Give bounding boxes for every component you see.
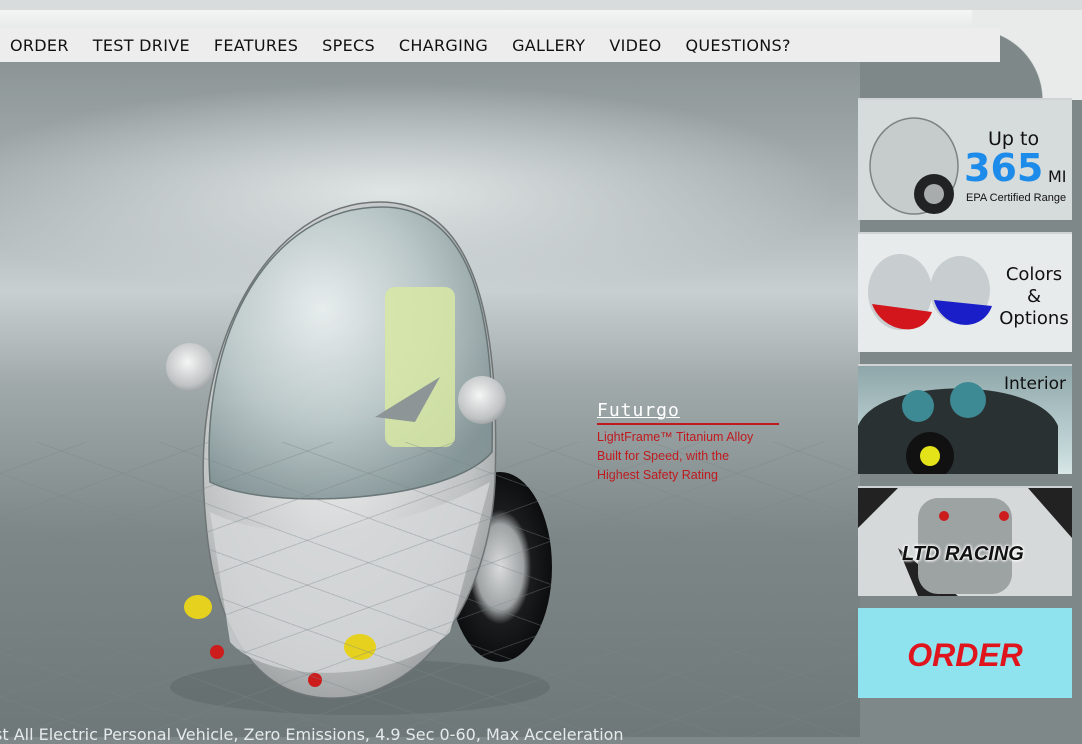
vehicle-showcase: Futurgo LightFrame™ Titanium Alloy Built… — [0, 62, 860, 737]
vehicle-image — [166, 201, 552, 715]
sidebar: Up to 365 MI EPA Certified Range Colors … — [858, 98, 1072, 710]
colors-tile[interactable]: Colors & Options — [858, 232, 1072, 352]
promo-line-3: Highest Safety Rating — [597, 468, 718, 482]
top-band — [0, 10, 1082, 28]
colors-line-3: Options — [999, 308, 1069, 329]
colors-line-2: & — [1026, 286, 1042, 307]
racing-label: LTD RACING — [902, 543, 1024, 565]
race-car-image — [858, 488, 1072, 596]
range-tile[interactable]: Up to 365 MI EPA Certified Range — [858, 98, 1072, 220]
nav-gallery[interactable]: GALLERY — [502, 36, 599, 55]
interior-tile[interactable]: Interior — [858, 364, 1072, 474]
colors-label: Colors & Options — [990, 264, 1072, 330]
nav-order[interactable]: ORDER — [0, 36, 83, 55]
promo-line-1: LightFrame™ Titanium Alloy — [597, 430, 754, 444]
top-strip — [0, 0, 1082, 10]
color-options-image — [868, 254, 992, 330]
range-value: 365 — [964, 146, 1044, 190]
nav-features[interactable]: FEATURES — [204, 36, 312, 55]
tagline: st All Electric Personal Vehicle, Zero E… — [0, 725, 624, 744]
promo-divider — [597, 423, 779, 425]
colors-line-1: Colors — [1005, 264, 1063, 285]
range-caption: EPA Certified Range — [966, 192, 1067, 204]
order-label: ORDER — [907, 637, 1023, 673]
nav-video[interactable]: VIDEO — [599, 36, 675, 55]
racing-tile[interactable]: LTD RACING — [858, 486, 1072, 596]
nav-charging[interactable]: CHARGING — [389, 36, 502, 55]
futurgo-logo: Futurgo — [597, 400, 680, 421]
nav-test-drive[interactable]: TEST DRIVE — [83, 36, 204, 55]
promo-line-2: Built for Speed, with the — [597, 449, 730, 463]
nav-questions[interactable]: QUESTIONS? — [676, 36, 805, 55]
interior-label: Interior — [1003, 374, 1066, 394]
range-unit: MI — [1048, 167, 1067, 186]
car-side-image — [869, 117, 959, 215]
main-nav: ORDER TEST DRIVE FEATURES SPECS CHARGING… — [0, 28, 1000, 62]
order-button[interactable]: ORDER — [858, 608, 1072, 698]
promo-card: Futurgo LightFrame™ Titanium Alloy Built… — [597, 400, 787, 485]
nav-specs[interactable]: SPECS — [312, 36, 389, 55]
